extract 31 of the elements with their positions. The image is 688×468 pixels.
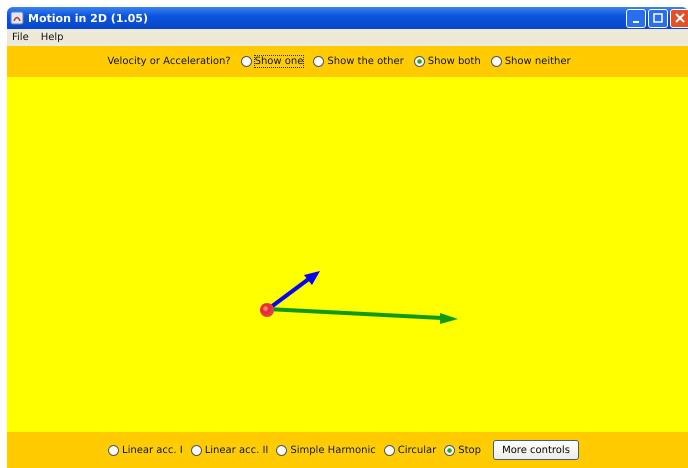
radio-button[interactable]	[108, 444, 119, 456]
maximize-button[interactable]	[648, 8, 668, 28]
radio-button[interactable]	[444, 444, 456, 456]
close-button[interactable]	[670, 8, 688, 28]
menu-item[interactable]: File	[12, 32, 29, 43]
radio-button[interactable]	[414, 56, 425, 67]
radio-label[interactable]: Show one	[254, 56, 304, 67]
maximize-icon	[653, 13, 663, 23]
radio-button[interactable]	[313, 56, 324, 67]
radio-button[interactable]	[276, 444, 288, 456]
radio-button[interactable]	[384, 444, 395, 456]
window-title: Motion in 2D (1.05)	[28, 12, 148, 24]
radio-label[interactable]: Linear acc. I	[122, 444, 183, 456]
radio-label[interactable]: Circular	[398, 444, 436, 456]
radio-button[interactable]	[240, 56, 252, 67]
radio-label[interactable]: Simple Harmonic	[290, 444, 376, 456]
app-icon	[10, 11, 24, 25]
minimize-button[interactable]	[626, 8, 646, 28]
more-controls-button[interactable]: More controls	[492, 440, 579, 460]
radio-button[interactable]	[490, 56, 502, 67]
radio-label[interactable]: Linear acc. II	[204, 444, 268, 456]
close-icon	[675, 13, 685, 23]
menu-item[interactable]: Help	[40, 32, 64, 43]
ball	[260, 303, 274, 317]
radio-label[interactable]: Show both	[428, 56, 481, 67]
radio-label[interactable]: Stop	[458, 444, 481, 456]
radio-button[interactable]	[190, 444, 202, 456]
minimize-icon	[633, 21, 639, 23]
radio-label[interactable]: Show neither	[504, 56, 571, 67]
vector-question: Velocity or Acceleration?	[107, 56, 231, 67]
radio-label[interactable]: Show the other	[327, 56, 404, 67]
